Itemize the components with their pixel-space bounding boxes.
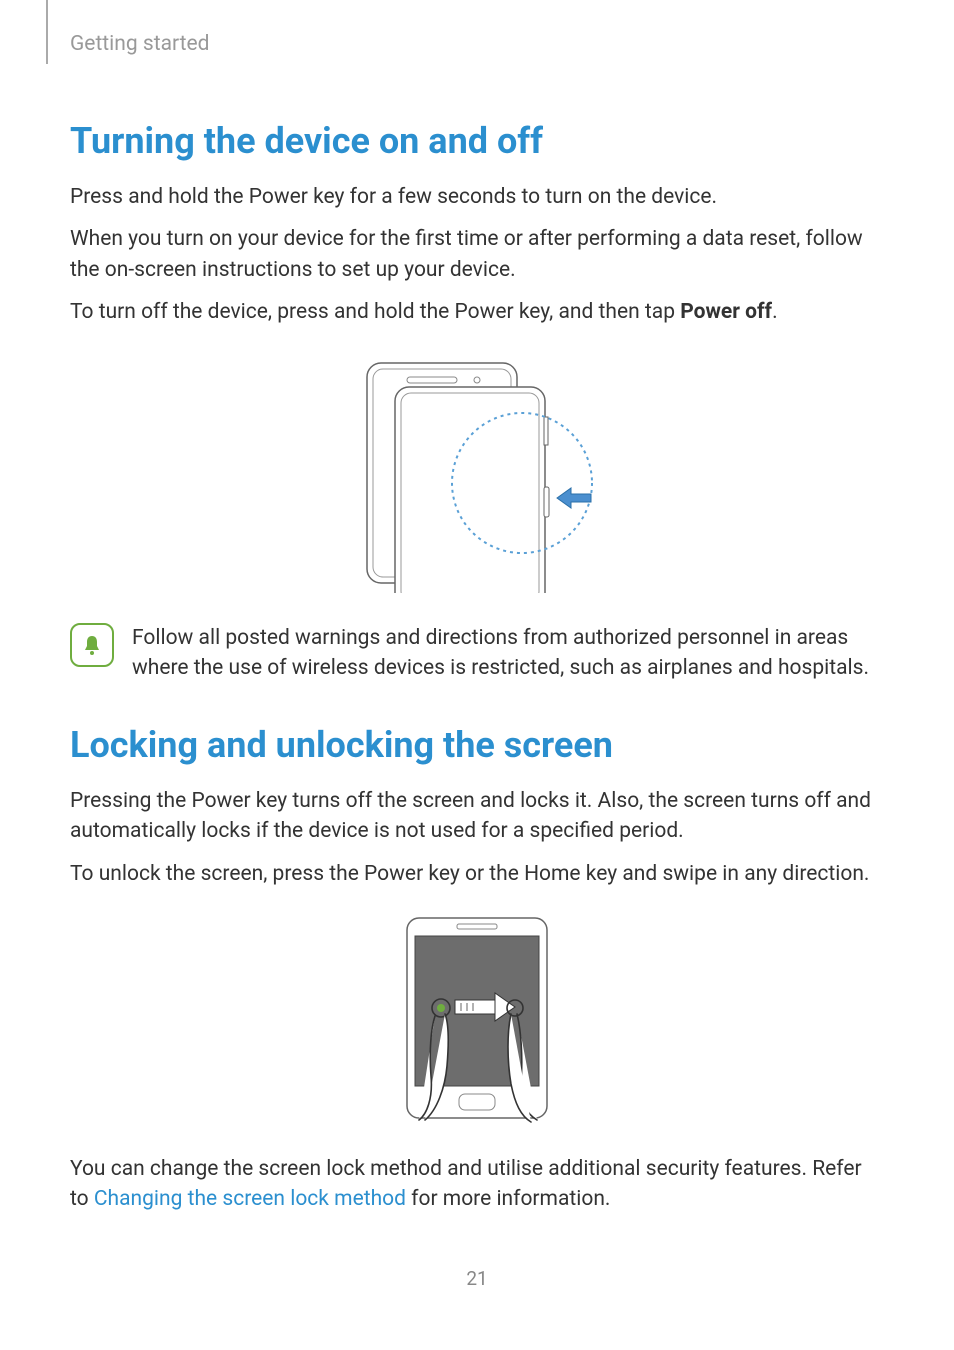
para-power-3a: To turn off the device, press and hold t… [70, 300, 680, 324]
figure-power-key [70, 353, 884, 593]
note-block: Follow all posted warnings and direction… [70, 623, 884, 684]
swipe-illustration [397, 914, 557, 1124]
header-rule [46, 0, 48, 64]
page-body: Turning the device on and off Press and … [0, 0, 954, 1215]
heading-lock: Locking and unlocking the screen [70, 724, 884, 766]
header-section-label: Getting started [70, 32, 210, 56]
para-lock-2: To unlock the screen, press the Power ke… [70, 859, 884, 889]
power-off-label: Power off [680, 300, 772, 324]
link-change-lock-method[interactable]: Changing the screen lock method [94, 1187, 406, 1211]
phone-power-illustration [347, 353, 607, 593]
note-text: Follow all posted warnings and direction… [132, 623, 884, 684]
para-power-3: To turn off the device, press and hold t… [70, 297, 884, 327]
para-lock-1: Pressing the Power key turns off the scr… [70, 786, 884, 847]
para-power-3c: . [772, 300, 778, 324]
para-power-1: Press and hold the Power key for a few s… [70, 182, 884, 212]
figure-swipe [70, 914, 884, 1124]
para-lock-3: You can change the screen lock method an… [70, 1154, 884, 1215]
para-lock-3b: for more information. [406, 1187, 611, 1211]
heading-power: Turning the device on and off [70, 120, 884, 162]
note-bell-icon [70, 623, 114, 667]
page-number: 21 [0, 1267, 954, 1290]
para-power-2: When you turn on your device for the fir… [70, 224, 884, 285]
